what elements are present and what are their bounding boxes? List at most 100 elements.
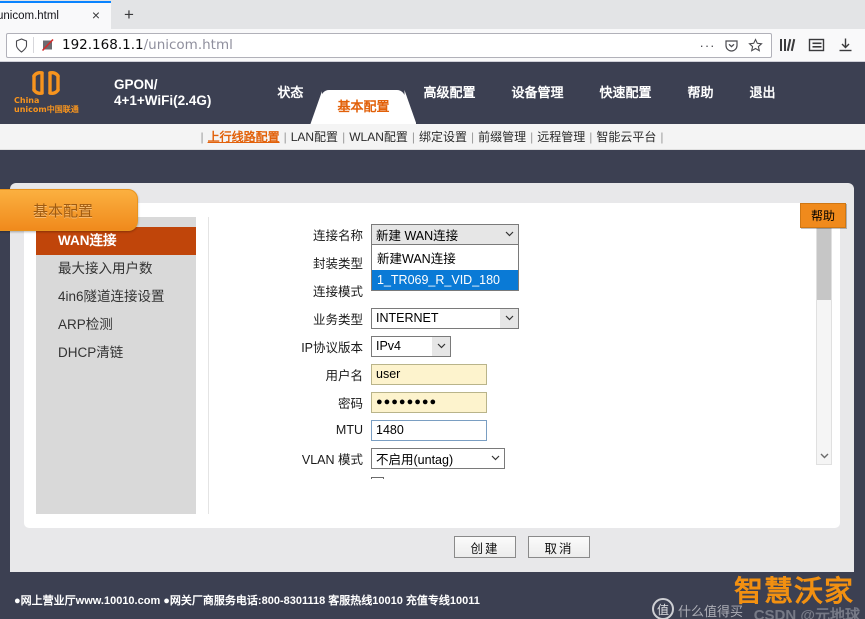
nav-advanced-config[interactable]: 高级配置 <box>405 62 493 124</box>
form-row-password: 密码 ●●●●●●●● <box>261 391 828 413</box>
create-button[interactable]: 创建 <box>454 536 516 558</box>
sidebar-item-dhcp-clear[interactable]: DHCP清链 <box>36 339 196 367</box>
ip-version-value: IPv4 <box>376 339 402 353</box>
form-row-ip-version: IP协议版本 IPv4 <box>261 335 828 357</box>
form-row-vlan-mode: VLAN 模式 不启用(untag) <box>261 447 828 469</box>
label-service-type: 业务类型 <box>312 312 363 327</box>
chevron-down-icon[interactable] <box>500 224 518 244</box>
footer-contact-text: ●网上营业厅www.10010.com ●网关厂商服务电话:800-830111… <box>14 595 480 607</box>
scrollbar-thumb[interactable] <box>817 226 831 300</box>
label-connection-name: 连接名称 <box>312 228 363 243</box>
nav-quick-config[interactable]: 快速配置 <box>581 62 669 124</box>
dropdown-option[interactable]: 新建WAN连接 <box>372 245 518 270</box>
connection-name-select[interactable]: 新建 WAN连接 <box>371 223 519 245</box>
subnav-lan-config[interactable]: LAN配置 <box>291 130 338 144</box>
form-scrollbar[interactable] <box>816 209 832 465</box>
nav-status[interactable]: 状态 <box>259 62 321 124</box>
bookmark-star-icon[interactable] <box>746 36 765 55</box>
subnav-prefix-management[interactable]: 前缀管理 <box>478 130 526 144</box>
address-bar[interactable]: 192.168.1.1/unicom.html ··· <box>6 32 772 58</box>
subnav-remote-management[interactable]: 远程管理 <box>537 130 585 144</box>
sidebar-icon[interactable] <box>807 36 826 55</box>
vlan-mode-select[interactable]: 不启用(untag) <box>371 447 505 469</box>
browser-tabstrip: unicom.html × + <box>0 0 865 29</box>
service-type-value: INTERNET <box>376 311 439 325</box>
password-input[interactable]: ●●●●●●●● <box>371 391 487 413</box>
sub-navigation: | 上行线路配置 | LAN配置 | WLAN配置 | 绑定设置 | 前缀管理 | 远程管理 | 智能云平… <box>0 124 865 150</box>
form-row-username: 用户名 user <box>261 363 828 385</box>
ip-version-select[interactable]: IPv4 <box>371 335 451 357</box>
panel: WAN连接 最大接入用户数 4in6隧道连接设置 ARP检测 DHCP清链 连接… <box>24 203 840 528</box>
subnav-uplink-config[interactable]: 上行线路配置 <box>208 130 280 144</box>
subnav-binding-settings[interactable]: 绑定设置 <box>419 130 467 144</box>
watermark-csdn: CSDN @元地球 <box>753 607 860 619</box>
browser-navbar: 192.168.1.1/unicom.html ··· <box>0 29 865 62</box>
field-service-type: INTERNET <box>371 307 519 329</box>
label-vlan-mode: VLAN 模式 <box>301 452 363 467</box>
field-connection-name: 新建 WAN连接 新建WAN连接 1_TR069_R_VID_180 <box>371 223 519 291</box>
device-model: GPON/ 4+1+WiFi(2.4G) <box>114 77 211 109</box>
device-model-line1: GPON/ <box>114 77 158 92</box>
nav-logout[interactable]: 退出 <box>732 62 794 124</box>
site-header: China unicom中国联通 GPON/ 4+1+WiFi(2.4G) 状态… <box>0 62 865 124</box>
chevron-down-icon[interactable] <box>486 449 504 468</box>
page-title-tab: 基本配置 <box>0 189 138 231</box>
dropdown-option-selected[interactable]: 1_TR069_R_VID_180 <box>372 269 518 290</box>
url-path: /unicom.html <box>143 37 233 53</box>
dscp-checkbox[interactable] <box>371 477 384 479</box>
watermark: 智慧沃家 值 什么值得买 CSDN @元地球 <box>644 568 864 619</box>
browser-tab-title: unicom.html <box>0 10 59 22</box>
field-password: ●●●●●●●● <box>371 391 487 413</box>
nav-device-management[interactable]: 设备管理 <box>493 62 581 124</box>
service-type-select[interactable]: INTERNET <box>371 307 519 329</box>
username-input[interactable]: user <box>371 363 487 385</box>
label-username: 用户名 <box>325 368 363 383</box>
mtu-input[interactable]: 1480 <box>371 419 487 441</box>
sidebar-item-arp-detect[interactable]: ARP检测 <box>36 311 196 339</box>
wan-connection-form: 连接名称 新建 WAN连接 新建WAN连接 1_TR069_R_VID_180 … <box>209 217 828 479</box>
sub-navigation-links: | 上行线路配置 | LAN配置 | WLAN配置 | 绑定设置 | 前缀管理 | 远程管理 | 智能云平… <box>200 130 664 144</box>
subnav-wlan-config[interactable]: WLAN配置 <box>349 130 408 144</box>
form-row-encapsulation-type: 封装类型 <box>261 251 828 273</box>
form-row-mtu: MTU 1480 <box>261 419 828 441</box>
side-menu: WAN连接 最大接入用户数 4in6隧道连接设置 ARP检测 DHCP清链 <box>36 217 196 514</box>
url-host: 192.168.1.1 <box>62 37 144 53</box>
label-connection-mode: 连接模式 <box>312 284 363 299</box>
scroll-down-icon[interactable] <box>817 448 831 464</box>
label-encapsulation-type: 封装类型 <box>312 256 363 271</box>
sidebar-item-4in6-tunnel[interactable]: 4in6隧道连接设置 <box>36 283 196 311</box>
nav-basic-config[interactable]: 基本配置 <box>321 90 406 124</box>
field-vlan-mode: 不启用(untag) <box>371 447 505 469</box>
connection-name-value: 新建 WAN连接 <box>376 228 459 243</box>
watermark-badge: 值 <box>652 598 674 619</box>
chevron-down-icon[interactable] <box>432 336 450 356</box>
chevron-down-icon[interactable] <box>500 308 518 328</box>
site-footer: ●网上营业厅www.10010.com ●网关厂商服务电话:800-830111… <box>0 572 865 619</box>
page-viewport: China unicom中国联通 GPON/ 4+1+WiFi(2.4G) 状态… <box>0 62 865 619</box>
nav-help[interactable]: 帮助 <box>670 62 732 124</box>
label-mtu: MTU <box>335 423 363 437</box>
library-icon[interactable] <box>778 36 797 55</box>
page-actions-icon[interactable]: ··· <box>698 36 717 55</box>
sidebar-item-max-users[interactable]: 最大接入用户数 <box>36 255 196 283</box>
panel-outer: WAN连接 最大接入用户数 4in6隧道连接设置 ARP检测 DHCP清链 连接… <box>10 183 854 572</box>
noscript-icon[interactable] <box>39 38 57 52</box>
sidebar-item-wan-connection[interactable]: WAN连接 <box>36 227 196 255</box>
url-text[interactable]: 192.168.1.1/unicom.html <box>57 37 698 53</box>
form-row-connection-mode: 连接模式 <box>261 279 828 301</box>
form-row-dscp: 传输DSCP <box>261 475 828 479</box>
logo-text: China unicom中国联通 <box>14 96 79 114</box>
download-icon[interactable] <box>836 36 855 55</box>
shield-icon[interactable] <box>11 37 31 53</box>
label-dscp: 传输DSCP <box>261 477 371 480</box>
cancel-button[interactable]: 取消 <box>528 536 590 558</box>
connection-name-dropdown-list: 新建WAN连接 1_TR069_R_VID_180 <box>371 244 519 291</box>
new-tab-button[interactable]: + <box>115 2 143 28</box>
close-icon[interactable]: × <box>87 7 105 25</box>
help-button[interactable]: 帮助 <box>799 203 846 228</box>
pocket-icon[interactable] <box>722 36 741 55</box>
china-unicom-logo-icon: China unicom中国联通 <box>14 70 79 116</box>
form-row-connection-name: 连接名称 新建 WAN连接 新建WAN连接 1_TR069_R_VID_180 <box>261 223 828 291</box>
browser-tab[interactable]: unicom.html × <box>0 1 111 29</box>
subnav-smart-cloud[interactable]: 智能云平台 <box>596 130 656 144</box>
